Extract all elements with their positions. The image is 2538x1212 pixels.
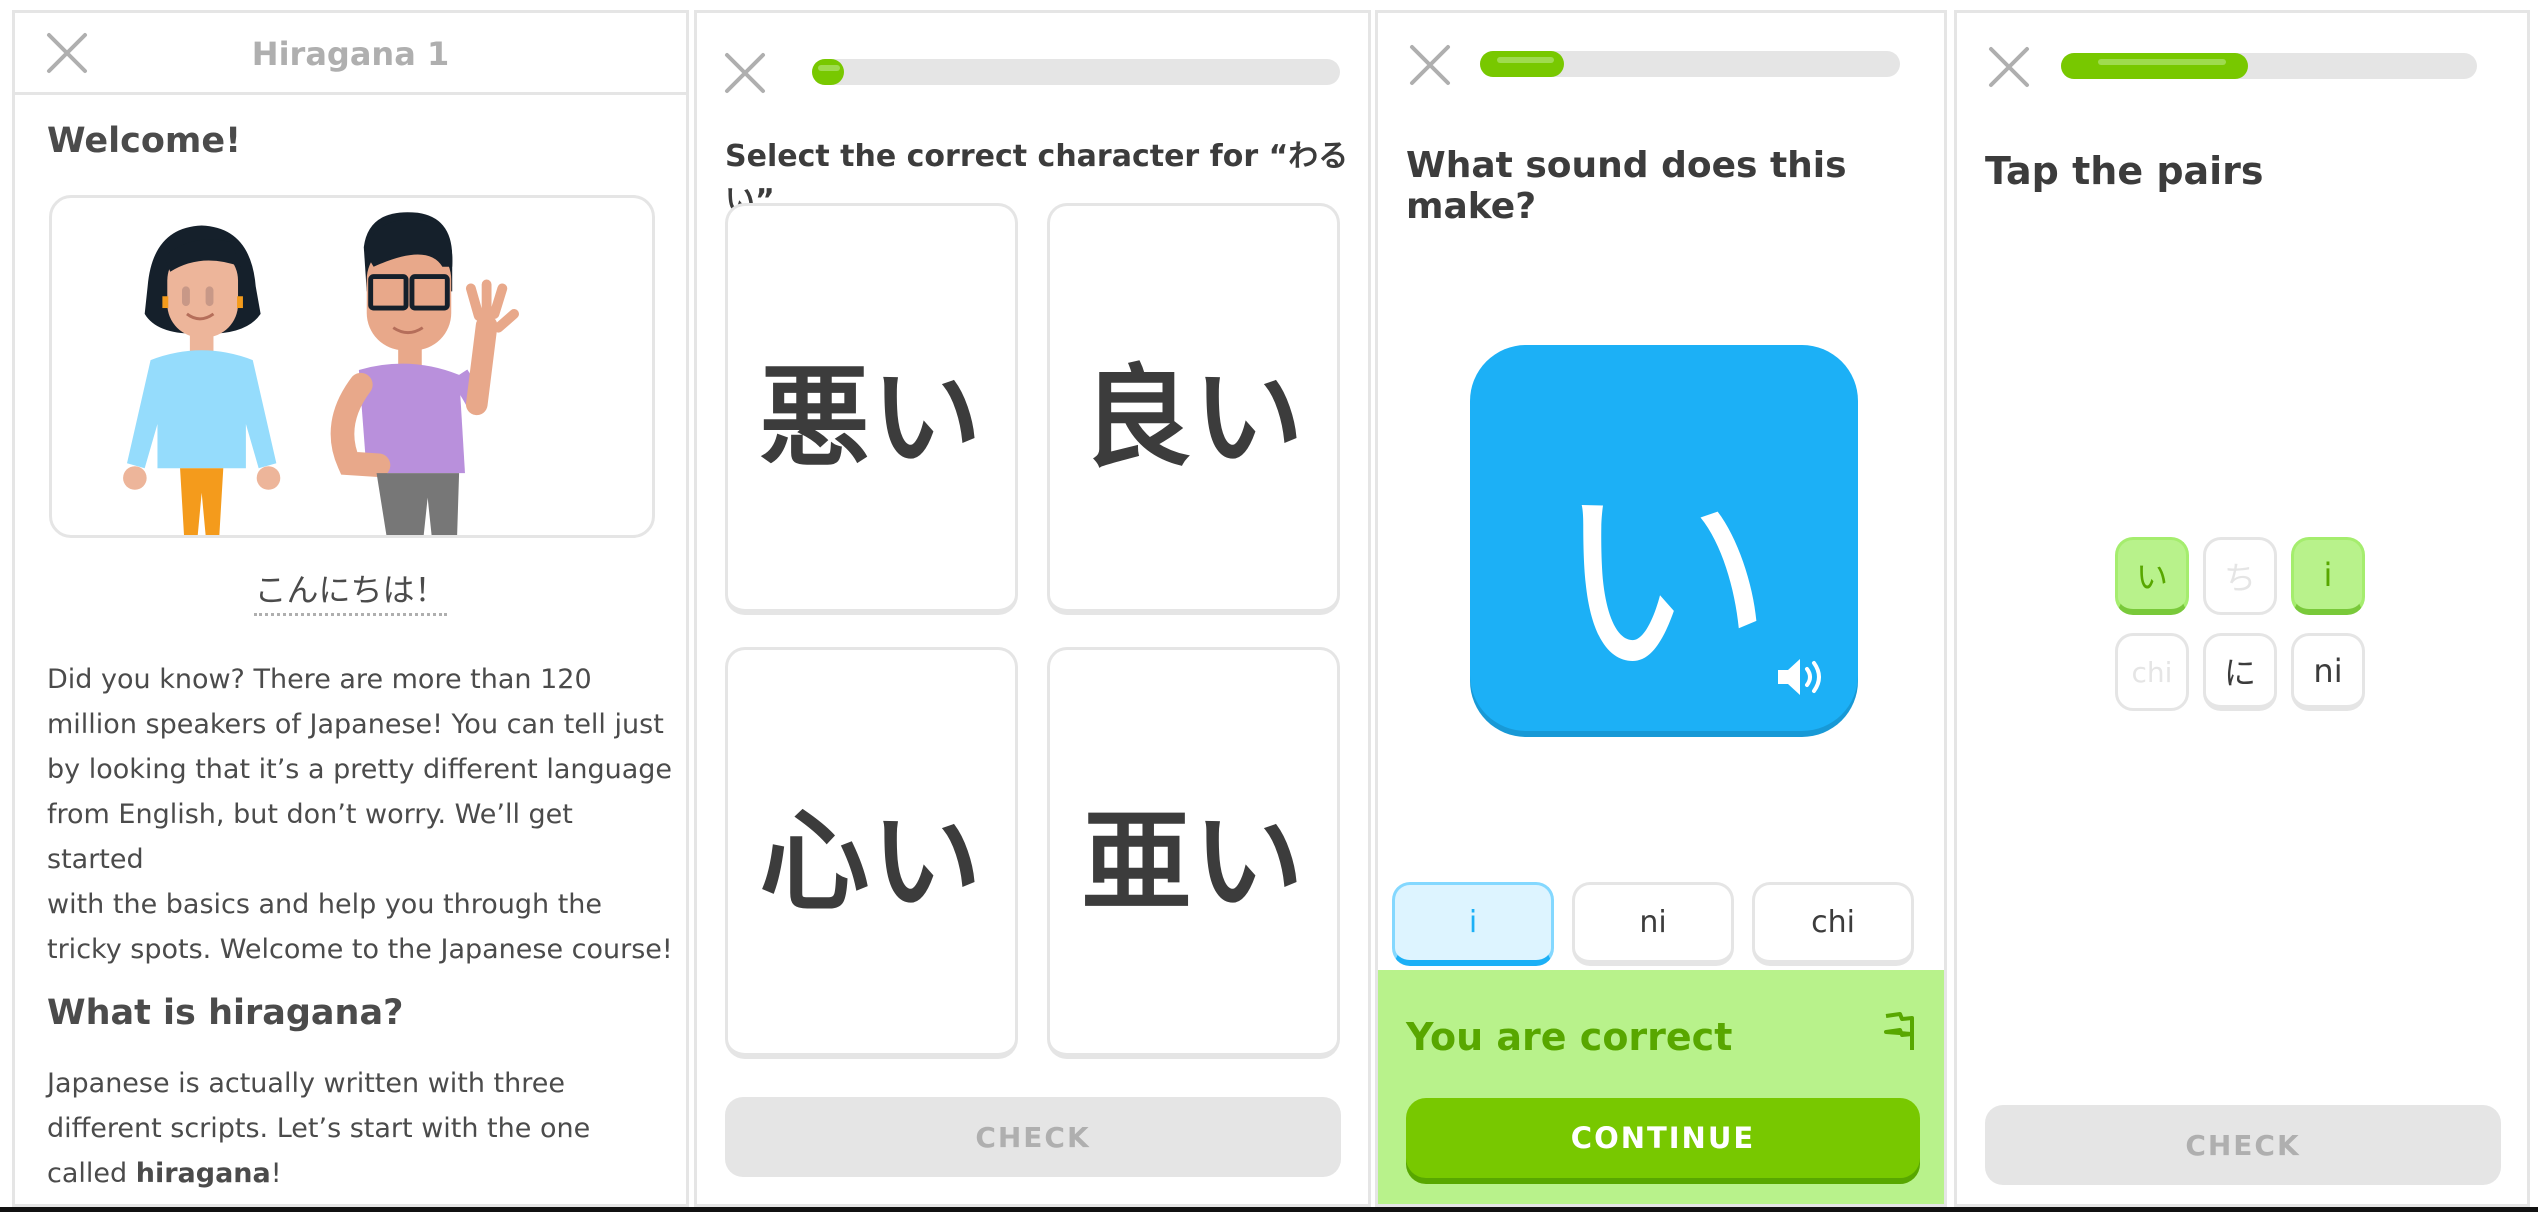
intro-paragraph: Did you know? There are more than 120 mi… [47,657,677,972]
pair-tile[interactable]: に [2203,633,2277,711]
choice-card[interactable]: 悪い [725,203,1018,615]
answer-option-selected[interactable]: i [1392,882,1554,966]
intro-line: with the basics and help you through the [47,889,603,920]
check-button[interactable]: CHECK [725,1097,1341,1177]
exercise-title: Tap the pairs [1985,149,2264,193]
pair-tile[interactable]: i [2291,537,2365,615]
progress-shine [2098,59,2226,65]
welcome-heading: Welcome! [47,121,242,161]
character-audio-card[interactable]: い [1470,345,1858,731]
close-icon [725,53,765,93]
section-prefix: called [47,1158,136,1189]
screen-bottom-edge [0,1207,2538,1212]
close-button[interactable] [1987,45,2031,89]
choice-text: 良い [1081,353,1306,482]
intro-line: from English, but don’t worry. We’ll get… [47,799,573,875]
speaker-icon[interactable] [1776,655,1828,699]
tap-pairs-screen: Tap the pairs い ち i chi に ni CHECK [1954,10,2530,1207]
choice-text: 悪い [759,353,984,482]
lesson-progress-bar [812,59,1340,85]
answer-option[interactable]: ni [1572,882,1734,966]
close-icon [1989,47,2029,87]
greeting-hint-link[interactable]: こんにちは！ [254,571,447,616]
pair-tile[interactable]: chi [2115,633,2189,711]
choice-card[interactable]: 亜い [1047,647,1340,1059]
choice-text: 心い [759,797,984,926]
correct-feedback-banner: You are correct CONTINUE [1378,970,1944,1204]
lesson-progress-bar [1480,51,1900,77]
characters-illustration [123,212,520,535]
section-suffix: ! [270,1158,282,1189]
header-bar: Hiragana 1 [15,13,686,95]
close-button[interactable] [723,51,767,95]
continue-button[interactable]: CONTINUE [1406,1098,1920,1178]
section-paragraph: Japanese is actually written with three … [47,1061,677,1196]
pair-tile[interactable]: い [2115,537,2189,615]
lesson-title: Hiragana 1 [251,35,450,73]
section-line: different scripts. Let’s start with the … [47,1113,591,1144]
sound-question-screen: What sound does this make? い i ni chi Yo… [1375,10,1947,1207]
close-icon [1410,45,1450,85]
intro-line: million speakers of Japanese! You can te… [47,709,664,740]
check-button[interactable]: CHECK [1985,1105,2501,1185]
progress-shine [818,65,840,71]
intro-line: by looking that it’s a pretty different … [47,754,673,785]
intro-line: tricky spots. Welcome to the Japanese co… [47,934,673,965]
hiragana-bold: hiragana [135,1158,271,1189]
feedback-message: You are correct [1406,1015,1733,1059]
close-button[interactable] [1408,43,1452,87]
section-line: Japanese is actually written with three [47,1068,565,1099]
pair-tile[interactable]: ち [2203,537,2277,615]
choice-card[interactable]: 良い [1047,203,1340,615]
pair-tile[interactable]: ni [2291,633,2365,711]
progress-shine [1496,57,1554,63]
progress-fill [2061,53,2249,79]
select-character-screen: Select the correct character for “わるい” 悪… [694,10,1371,1207]
report-flag-icon[interactable] [1882,1010,1916,1052]
lesson-intro-screen: Hiragana 1 Welcome! こんにちは！ Did you know?… [12,10,689,1207]
choice-text: 亜い [1081,797,1306,926]
illustration-characters [49,195,655,538]
choice-card[interactable]: 心い [725,647,1018,1059]
question-prompt: What sound does this make? [1406,145,1847,227]
answer-option[interactable]: chi [1752,882,1914,966]
section-heading: What is hiragana? [47,993,404,1033]
intro-line: Did you know? There are more than 120 [47,664,592,695]
greeting-word: こんにちは！ [15,565,686,616]
progress-fill [1480,51,1564,77]
section-line-last: called hiragana! [47,1151,677,1196]
lesson-progress-bar [2061,53,2477,79]
progress-fill [812,59,844,85]
